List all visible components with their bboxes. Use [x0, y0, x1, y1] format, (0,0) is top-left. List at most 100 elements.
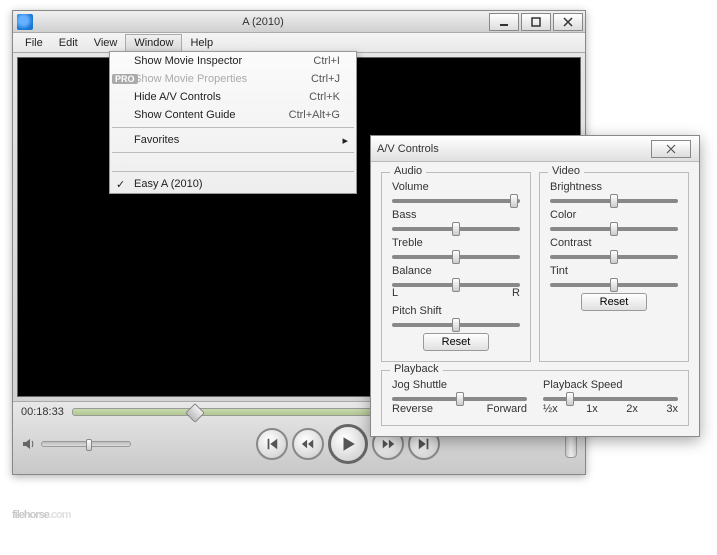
- slider-thumb-icon[interactable]: [510, 194, 518, 208]
- contrast-label: Contrast: [550, 237, 678, 249]
- speed-2x: 2x: [626, 403, 638, 415]
- audio-group: Audio Volume Bass Treble Balance LR Pitc…: [381, 172, 531, 362]
- slider-thumb-icon[interactable]: [452, 250, 460, 264]
- slider-thumb-icon[interactable]: [610, 278, 618, 292]
- maximize-button[interactable]: [521, 13, 551, 31]
- window-menu-dropdown: Show Movie Inspector Ctrl+I PRO Show Mov…: [109, 51, 357, 194]
- volume-thumb-icon[interactable]: [86, 439, 92, 451]
- watermark-suffix: .com: [49, 509, 71, 521]
- submenu-arrow-icon: ▸: [342, 134, 348, 147]
- menu-item-label: Hide A/V Controls: [134, 91, 221, 103]
- speed-half: ½x: [543, 403, 558, 415]
- menu-shortcut: Ctrl+Alt+G: [289, 109, 340, 121]
- speed-3x: 3x: [666, 403, 678, 415]
- slider-thumb-icon[interactable]: [610, 250, 618, 264]
- seek-thumb-icon[interactable]: [185, 403, 205, 423]
- menu-item-show-guide[interactable]: Show Content Guide Ctrl+Alt+G: [110, 106, 356, 124]
- close-button[interactable]: [553, 13, 583, 31]
- pro-badge: PRO: [112, 74, 138, 84]
- slider-thumb-icon[interactable]: [452, 278, 460, 292]
- volume-label: Volume: [392, 181, 520, 193]
- color-slider[interactable]: [550, 227, 678, 231]
- menu-item-label: Easy A (2010): [134, 178, 203, 190]
- brightness-label: Brightness: [550, 181, 678, 193]
- audio-legend: Audio: [390, 165, 426, 177]
- slider-thumb-icon[interactable]: [610, 194, 618, 208]
- menu-item-label: Show Movie Inspector: [134, 55, 242, 67]
- slider-thumb-icon[interactable]: [610, 222, 618, 236]
- balance-l: L: [392, 287, 398, 299]
- menu-separator: [112, 171, 354, 172]
- jog-label: Jog Shuttle: [392, 379, 527, 391]
- av-window-title: A/V Controls: [377, 143, 651, 155]
- window-buttons: [489, 13, 585, 31]
- menu-separator: [112, 152, 354, 153]
- prev-button[interactable]: [256, 428, 288, 460]
- playback-group: Playback Jog Shuttle ReverseForward Play…: [381, 370, 689, 426]
- menu-item-label: Show Content Guide: [134, 109, 236, 121]
- rewind-button[interactable]: [292, 428, 324, 460]
- tint-label: Tint: [550, 265, 678, 277]
- video-group: Video Brightness Color Contrast Tint Res…: [539, 172, 689, 362]
- slider-thumb-icon[interactable]: [456, 392, 464, 406]
- jog-slider[interactable]: [392, 397, 527, 401]
- balance-slider[interactable]: [392, 283, 520, 287]
- treble-label: Treble: [392, 237, 520, 249]
- slider-thumb-icon[interactable]: [452, 222, 460, 236]
- treble-slider[interactable]: [392, 255, 520, 259]
- minimize-button[interactable]: [489, 13, 519, 31]
- menu-edit[interactable]: Edit: [51, 35, 86, 51]
- audio-reset-button[interactable]: Reset: [423, 333, 490, 351]
- slider-thumb-icon[interactable]: [452, 318, 460, 332]
- video-reset-button[interactable]: Reset: [581, 293, 648, 311]
- bass-slider[interactable]: [392, 227, 520, 231]
- pitch-slider[interactable]: [392, 323, 520, 327]
- watermark: filehorse.com: [12, 493, 71, 525]
- tint-slider[interactable]: [550, 283, 678, 287]
- time-display: 00:18:33: [21, 406, 64, 418]
- titlebar: A (2010): [13, 11, 585, 33]
- play-button[interactable]: [328, 424, 368, 464]
- video-legend: Video: [548, 165, 584, 177]
- menu-item-label: Show Movie Properties: [134, 73, 247, 85]
- menu-shortcut: Ctrl+K: [309, 91, 340, 103]
- jog-reverse-label: Reverse: [392, 403, 433, 415]
- menu-item-favorites[interactable]: Favorites ▸: [110, 131, 356, 149]
- av-controls-window: A/V Controls Audio Volume Bass Treble Ba…: [370, 135, 700, 437]
- color-label: Color: [550, 209, 678, 221]
- menubar: File Edit View Window Help: [13, 33, 585, 53]
- av-titlebar: A/V Controls: [371, 136, 699, 162]
- menu-shortcut: Ctrl+J: [311, 73, 340, 85]
- menu-shortcut: Ctrl+I: [313, 55, 340, 67]
- brightness-slider[interactable]: [550, 199, 678, 203]
- pitch-label: Pitch Shift: [392, 305, 520, 317]
- balance-label: Balance: [392, 265, 520, 277]
- volume-icon[interactable]: [21, 436, 37, 452]
- menu-file[interactable]: File: [17, 35, 51, 51]
- contrast-slider[interactable]: [550, 255, 678, 259]
- menu-view[interactable]: View: [86, 35, 126, 51]
- av-close-button[interactable]: [651, 140, 691, 158]
- volume-slider[interactable]: [41, 441, 131, 447]
- jog-forward-label: Forward: [487, 403, 527, 415]
- bass-label: Bass: [392, 209, 520, 221]
- speed-label: Playback Speed: [543, 379, 678, 391]
- slider-thumb-icon[interactable]: [566, 392, 574, 406]
- menu-help[interactable]: Help: [182, 35, 221, 51]
- speed-1x: 1x: [586, 403, 598, 415]
- menu-item-easy-a[interactable]: ✓ Easy A (2010): [110, 175, 356, 193]
- menu-item-show-inspector[interactable]: Show Movie Inspector Ctrl+I: [110, 52, 356, 70]
- balance-r: R: [512, 287, 520, 299]
- watermark-main: filehorse: [12, 509, 49, 521]
- menu-separator: [112, 127, 354, 128]
- window-title: A (2010): [37, 16, 489, 28]
- app-icon: [17, 14, 33, 30]
- checkmark-icon: ✓: [116, 178, 125, 191]
- menu-item-label: Favorites: [134, 134, 179, 146]
- playback-legend: Playback: [390, 363, 443, 375]
- menu-window[interactable]: Window: [125, 34, 182, 51]
- speed-slider[interactable]: [543, 397, 678, 401]
- volume-slider[interactable]: [392, 199, 520, 203]
- menu-item-show-properties: PRO Show Movie Properties Ctrl+J: [110, 70, 356, 88]
- menu-item-hide-av[interactable]: Hide A/V Controls Ctrl+K: [110, 88, 356, 106]
